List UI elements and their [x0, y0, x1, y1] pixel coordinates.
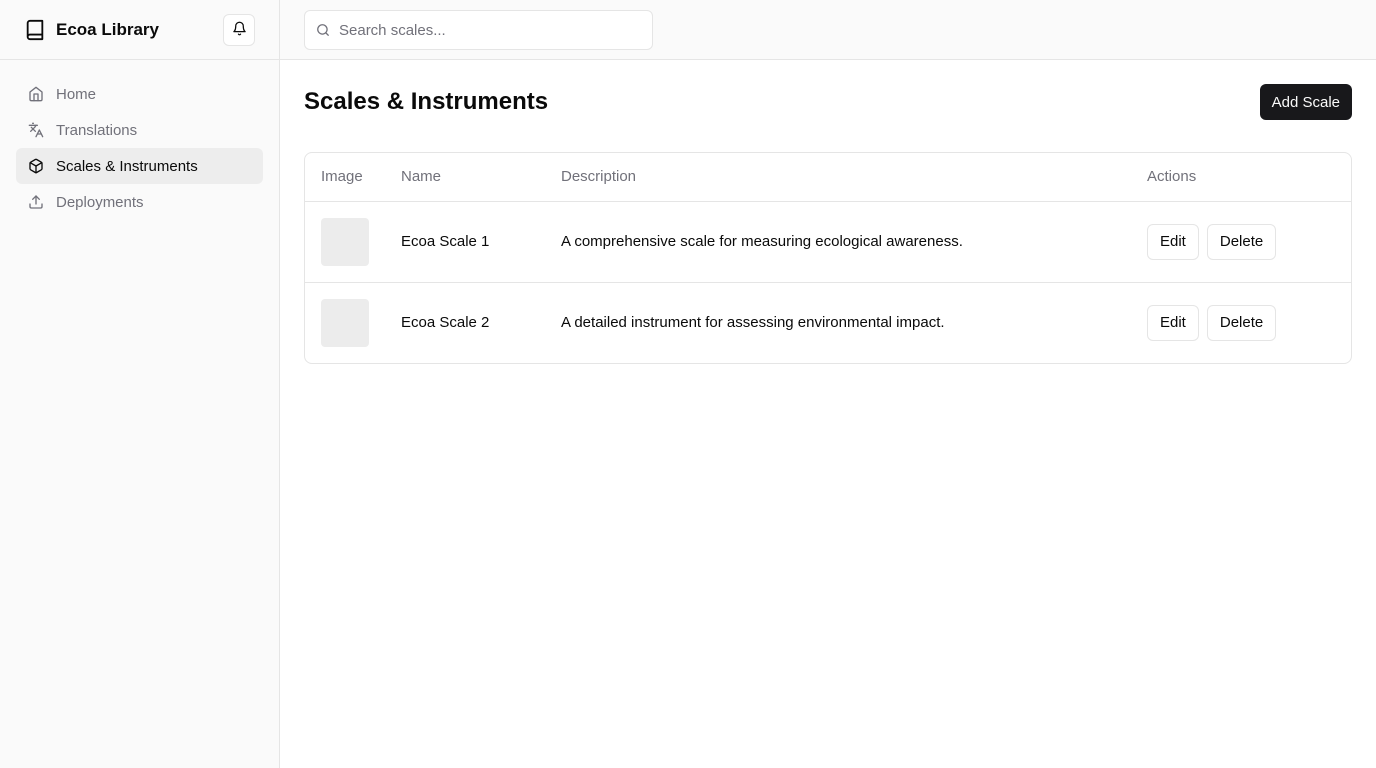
edit-button[interactable]: Edit — [1147, 223, 1199, 260]
search-box[interactable] — [304, 10, 653, 50]
scales-table-card: Image Name Description Actions Ecoa Scal… — [304, 152, 1352, 364]
home-icon — [28, 86, 44, 102]
edit-button[interactable]: Edit — [1147, 304, 1199, 341]
scale-description: A comprehensive scale for measuring ecol… — [545, 201, 1131, 283]
page-title: Scales & Instruments — [304, 88, 549, 115]
table-row: Ecoa Scale 1 A comprehensive scale for m… — [305, 201, 1351, 283]
table-row: Ecoa Scale 2 A detailed instrument for a… — [305, 282, 1351, 363]
column-header-image: Image — [305, 153, 385, 202]
bell-icon — [232, 21, 247, 39]
scales-table: Image Name Description Actions Ecoa Scal… — [305, 153, 1351, 363]
page-header: Scales & Instruments Add Scale — [304, 60, 1352, 152]
delete-button[interactable]: Delete — [1206, 304, 1277, 341]
search-input[interactable] — [339, 21, 639, 39]
sidebar-item-label: Scales & Instruments — [56, 157, 198, 175]
row-actions: Edit Delete — [1147, 223, 1335, 260]
sidebar-item-label: Deployments — [56, 193, 144, 211]
sidebar-item-home[interactable]: Home — [16, 76, 263, 112]
book-icon — [24, 19, 46, 41]
sidebar-nav: Home Translations Scales & Instruments D… — [0, 60, 279, 236]
scale-name: Ecoa Scale 2 — [401, 314, 490, 332]
column-header-description: Description — [545, 153, 1131, 202]
sidebar-item-scales-instruments[interactable]: Scales & Instruments — [16, 148, 263, 184]
scale-description: A detailed instrument for assessing envi… — [561, 314, 945, 332]
sidebar-item-label: Home — [56, 85, 97, 103]
sidebar: Ecoa Library Home Translations Scales & … — [0, 0, 280, 768]
upload-icon — [28, 194, 44, 210]
column-header-name: Name — [385, 153, 545, 202]
sidebar-item-translations[interactable]: Translations — [16, 112, 263, 148]
delete-button[interactable]: Delete — [1206, 223, 1277, 260]
brand[interactable]: Ecoa Library — [24, 19, 159, 41]
app-name: Ecoa Library — [56, 19, 159, 39]
package-icon — [28, 158, 44, 174]
topbar — [280, 0, 1376, 60]
sidebar-item-label: Translations — [56, 121, 138, 139]
languages-icon — [28, 122, 44, 138]
table-header-row: Image Name Description Actions — [305, 153, 1351, 202]
search-icon — [316, 23, 330, 37]
add-scale-button[interactable]: Add Scale — [1259, 84, 1352, 120]
scale-thumbnail — [321, 217, 369, 266]
column-header-actions: Actions — [1131, 153, 1351, 202]
main-content: Scales & Instruments Add Scale Image Nam… — [304, 60, 1352, 364]
scale-thumbnail — [321, 298, 369, 347]
sidebar-item-deployments[interactable]: Deployments — [16, 184, 263, 220]
sidebar-header: Ecoa Library — [0, 0, 279, 60]
scale-name: Ecoa Scale 1 — [385, 201, 545, 283]
notifications-button[interactable] — [223, 14, 255, 46]
row-actions: Edit Delete — [1147, 304, 1335, 341]
